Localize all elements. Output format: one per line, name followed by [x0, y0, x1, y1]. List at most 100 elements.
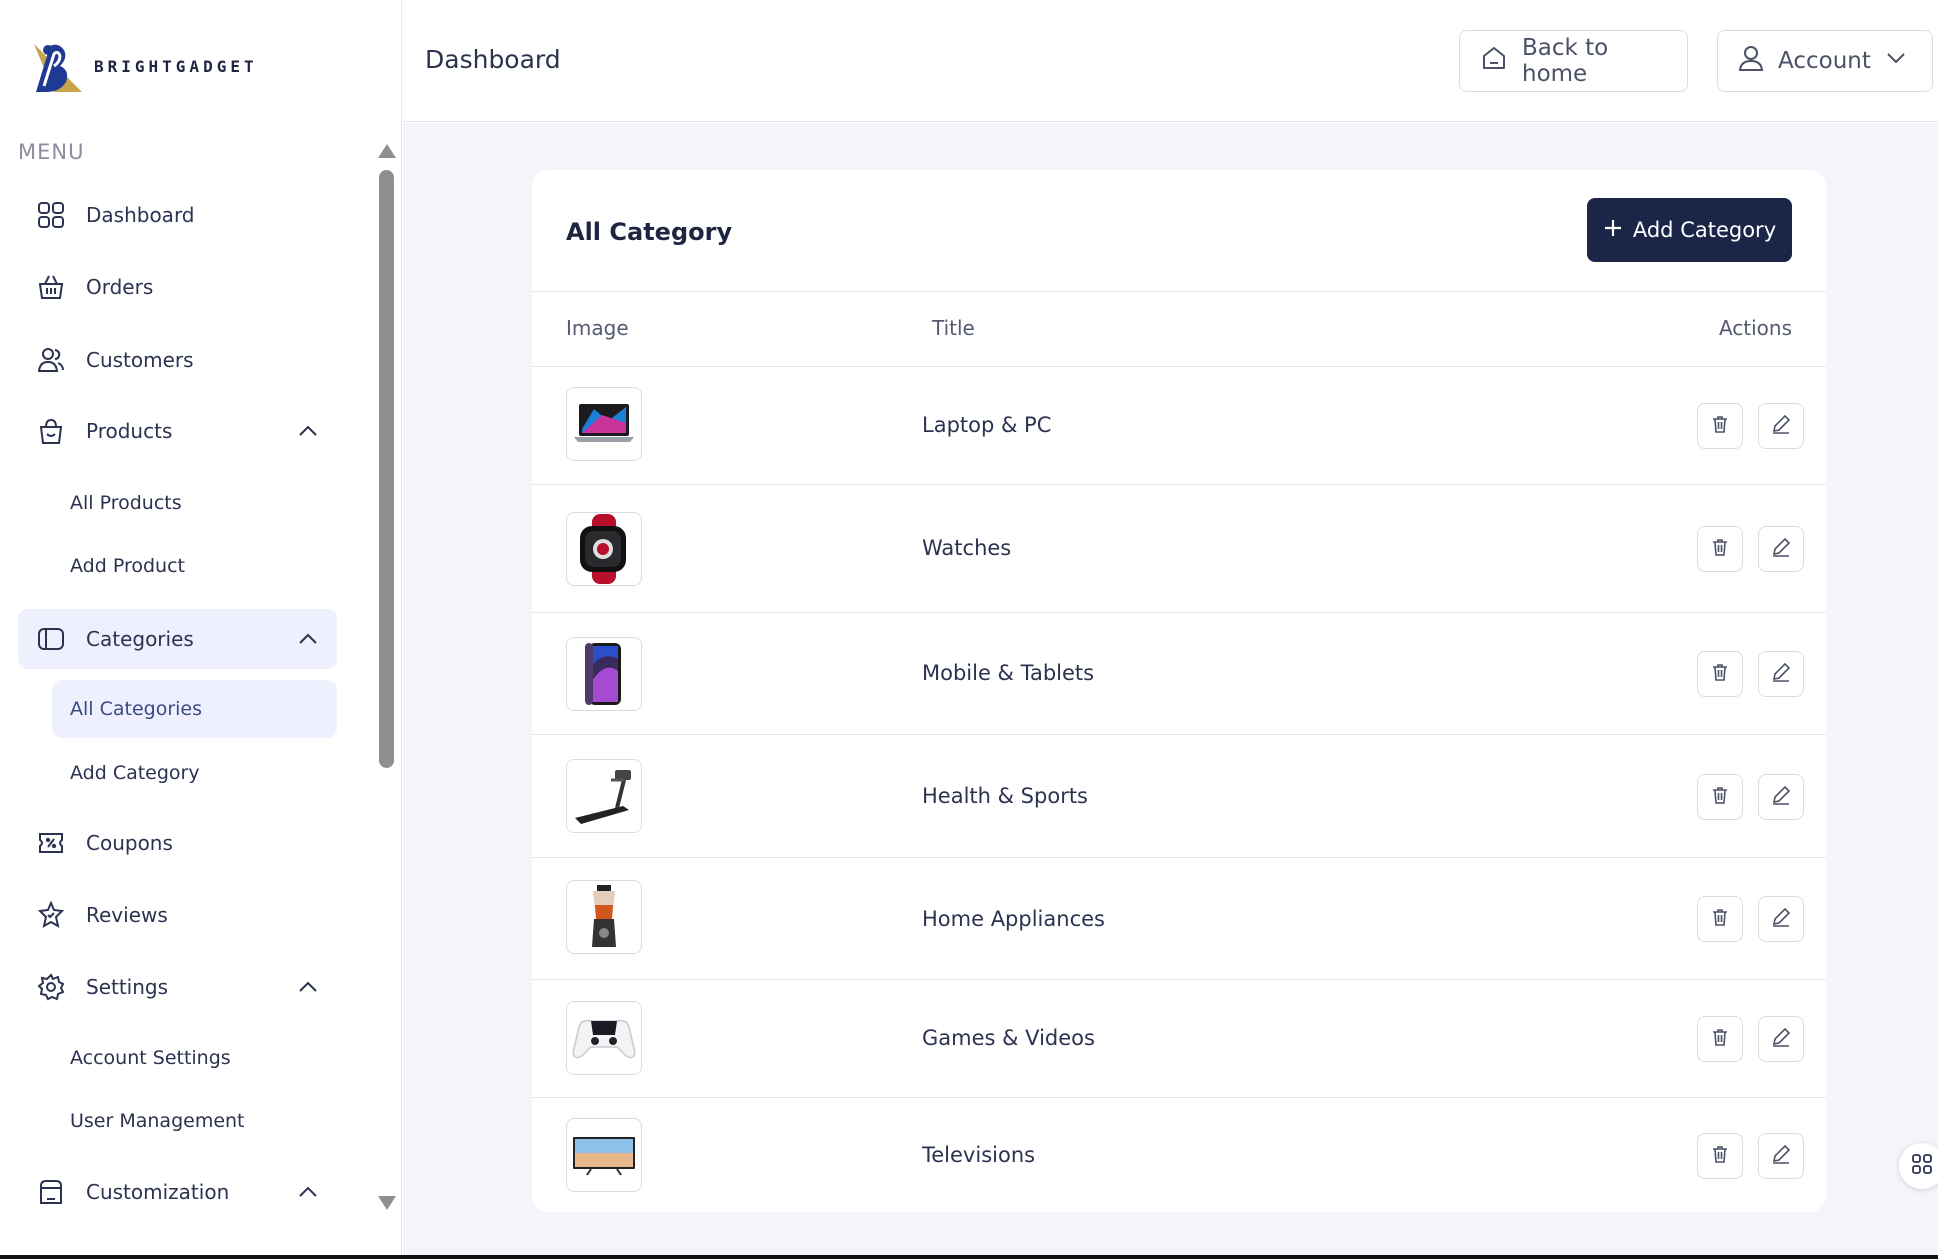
- users-icon: [36, 345, 66, 375]
- scroll-thumb[interactable]: [379, 170, 394, 768]
- delete-button[interactable]: [1697, 403, 1743, 449]
- top-header: Dashboard Back to home Account: [403, 0, 1938, 122]
- sidebar-item-dashboard[interactable]: Dashboard: [18, 185, 337, 245]
- edit-button[interactable]: [1758, 774, 1804, 820]
- add-category-button[interactable]: Add Category: [1587, 198, 1792, 262]
- trash-icon: [1710, 1144, 1730, 1168]
- sidebar-item-products[interactable]: Products: [18, 401, 337, 461]
- sidebar-scrollbar[interactable]: [376, 140, 396, 1210]
- sidebar-item-orders[interactable]: Orders: [18, 257, 337, 317]
- chevron-up-icon[interactable]: [297, 976, 319, 1002]
- chevron-down-icon: [1885, 47, 1907, 75]
- card-title: All Category: [566, 218, 733, 246]
- category-title: Watches: [922, 536, 1012, 560]
- sidebar-subitem-account-settings[interactable]: Account Settings: [52, 1029, 337, 1087]
- sidebar: BRIGHTGADGET MENU Dashboard Orders Custo…: [0, 0, 402, 1259]
- delete-button[interactable]: [1697, 651, 1743, 697]
- window-bottom-edge: [0, 1255, 1938, 1259]
- category-title: Games & Videos: [922, 1026, 1095, 1050]
- sidebar-item-label: Dashboard: [86, 203, 195, 227]
- pencil-icon: [1770, 1143, 1792, 1169]
- column-header-actions: Actions: [1718, 316, 1792, 340]
- trash-icon: [1710, 537, 1730, 561]
- table-row: Games & Videos: [532, 980, 1826, 1098]
- home-icon: [1480, 44, 1508, 78]
- sidebar-item-label: Customers: [86, 348, 194, 372]
- category-card: All Category Add Category Image Title Ac…: [532, 170, 1826, 1212]
- table-header: Image Title Actions: [532, 291, 1826, 367]
- category-image-watch: [566, 512, 642, 586]
- sidebar-subitem-all-products[interactable]: All Products: [52, 474, 337, 532]
- chevron-up-icon[interactable]: [297, 420, 319, 446]
- pencil-icon: [1770, 413, 1792, 439]
- edit-button[interactable]: [1758, 526, 1804, 572]
- sidebar-item-customers[interactable]: Customers: [18, 330, 337, 390]
- add-category-label: Add Category: [1632, 218, 1777, 242]
- sidebar-item-settings[interactable]: Settings: [18, 957, 337, 1017]
- edit-button[interactable]: [1758, 896, 1804, 942]
- tag-icon: [36, 624, 66, 654]
- table-row: Laptop & PC: [532, 367, 1826, 485]
- store-icon: [36, 1177, 66, 1207]
- trash-icon: [1710, 414, 1730, 438]
- table-row: Televisions: [532, 1098, 1826, 1212]
- sidebar-subitem-user-management[interactable]: User Management: [52, 1092, 337, 1150]
- chevron-up-icon[interactable]: [297, 1181, 319, 1207]
- category-title: Mobile & Tablets: [922, 661, 1095, 685]
- edit-button[interactable]: [1758, 651, 1804, 697]
- sidebar-item-reviews[interactable]: Reviews: [18, 885, 337, 945]
- category-image-blender: [566, 880, 642, 954]
- bag-icon: [36, 416, 66, 446]
- pencil-icon: [1770, 784, 1792, 810]
- star-badge-icon: [36, 900, 66, 930]
- grid-icon: [36, 200, 66, 230]
- edit-button[interactable]: [1758, 1016, 1804, 1062]
- delete-button[interactable]: [1697, 896, 1743, 942]
- back-to-home-label: Back to home: [1522, 35, 1609, 87]
- account-menu-button[interactable]: Account: [1717, 30, 1933, 92]
- grid-icon: [1911, 1153, 1933, 1179]
- column-header-title: Title: [932, 316, 975, 340]
- table-row: Health & Sports: [532, 735, 1826, 858]
- category-image-tv: [566, 1118, 642, 1192]
- brand-name: BRIGHTGADGET: [94, 56, 258, 76]
- category-title: Televisions: [922, 1143, 1036, 1167]
- category-title: Health & Sports: [922, 784, 1089, 808]
- sidebar-item-categories[interactable]: Categories: [18, 609, 337, 669]
- sidebar-item-label: Products: [86, 419, 173, 443]
- sidebar-subitem-add-product[interactable]: Add Product: [52, 537, 337, 595]
- user-icon: [1738, 44, 1764, 78]
- back-to-home-button[interactable]: Back to home: [1459, 30, 1688, 92]
- category-image-laptop: [566, 387, 642, 461]
- plus-icon: [1603, 218, 1623, 243]
- chevron-up-icon[interactable]: [297, 628, 319, 654]
- logo-icon: [34, 44, 82, 92]
- category-image-treadmill: [566, 759, 642, 833]
- sidebar-subitem-add-category[interactable]: Add Category: [52, 744, 337, 802]
- column-header-image: Image: [566, 316, 629, 340]
- sidebar-item-coupons[interactable]: Coupons: [18, 813, 337, 873]
- pencil-icon: [1770, 1026, 1792, 1052]
- sidebar-subitem-all-categories[interactable]: All Categories: [52, 680, 337, 738]
- pencil-icon: [1770, 661, 1792, 687]
- delete-button[interactable]: [1697, 1133, 1743, 1179]
- category-title: Home Appliances: [922, 907, 1105, 931]
- delete-button[interactable]: [1697, 1016, 1743, 1062]
- trash-icon: [1710, 907, 1730, 931]
- account-label: Account: [1778, 48, 1871, 74]
- brand-logo[interactable]: BRIGHTGADGET: [24, 36, 258, 96]
- delete-button[interactable]: [1697, 526, 1743, 572]
- scroll-down-arrow[interactable]: [378, 1196, 396, 1210]
- gear-icon: [36, 972, 66, 1002]
- sidebar-item-customization[interactable]: Customization: [18, 1162, 337, 1222]
- category-title: Laptop & PC: [922, 413, 1052, 437]
- edit-button[interactable]: [1758, 403, 1804, 449]
- menu-heading: MENU: [18, 140, 85, 164]
- apps-launcher-button[interactable]: [1899, 1143, 1938, 1189]
- delete-button[interactable]: [1697, 774, 1743, 820]
- coupon-icon: [36, 828, 66, 858]
- trash-icon: [1710, 662, 1730, 686]
- edit-button[interactable]: [1758, 1133, 1804, 1179]
- scroll-up-arrow[interactable]: [378, 144, 396, 158]
- main-content: All Category Add Category Image Title Ac…: [403, 123, 1938, 1259]
